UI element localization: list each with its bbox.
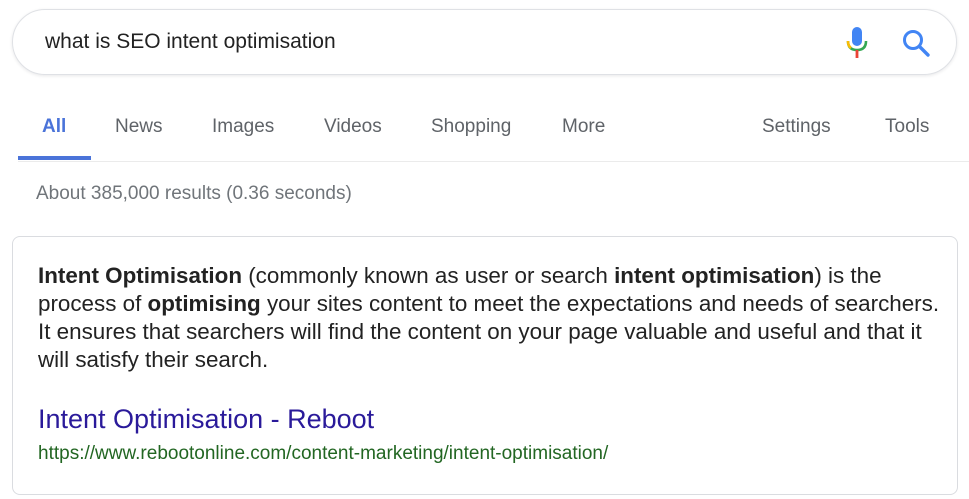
result-url: https://www.rebootonline.com/content-mar… (38, 443, 609, 464)
tab-tools[interactable]: Tools (885, 116, 929, 138)
search-tabs: All News Images Videos Shopping More Set… (0, 96, 969, 162)
search-input[interactable] (45, 26, 825, 58)
search-results-page: All News Images Videos Shopping More Set… (0, 0, 969, 499)
tab-news[interactable]: News (115, 116, 163, 138)
tab-images[interactable]: Images (212, 116, 274, 138)
tab-shopping[interactable]: Shopping (431, 116, 511, 138)
tab-videos[interactable]: Videos (324, 116, 382, 138)
result-stats: About 385,000 results (0.36 seconds) (36, 183, 352, 204)
active-tab-indicator (18, 156, 91, 160)
snippet-text-part: (commonly known as user or search (242, 263, 615, 288)
snippet-bold-term: optimising (147, 291, 261, 316)
snippet-bold-term: Intent Optimisation (38, 263, 242, 288)
featured-snippet: Intent Optimisation (commonly known as u… (12, 236, 958, 495)
search-box (12, 9, 957, 75)
tab-more[interactable]: More (562, 116, 605, 138)
tabs-divider (18, 161, 969, 162)
tab-all[interactable]: All (42, 116, 66, 138)
snippet-bold-term: intent optimisation (614, 263, 815, 288)
snippet-text: Intent Optimisation (commonly known as u… (38, 262, 943, 374)
magnifier-icon[interactable] (901, 28, 931, 58)
result-title-link[interactable]: Intent Optimisation - Reboot (38, 404, 374, 435)
tab-settings[interactable]: Settings (762, 116, 831, 138)
microphone-icon[interactable] (846, 26, 868, 60)
